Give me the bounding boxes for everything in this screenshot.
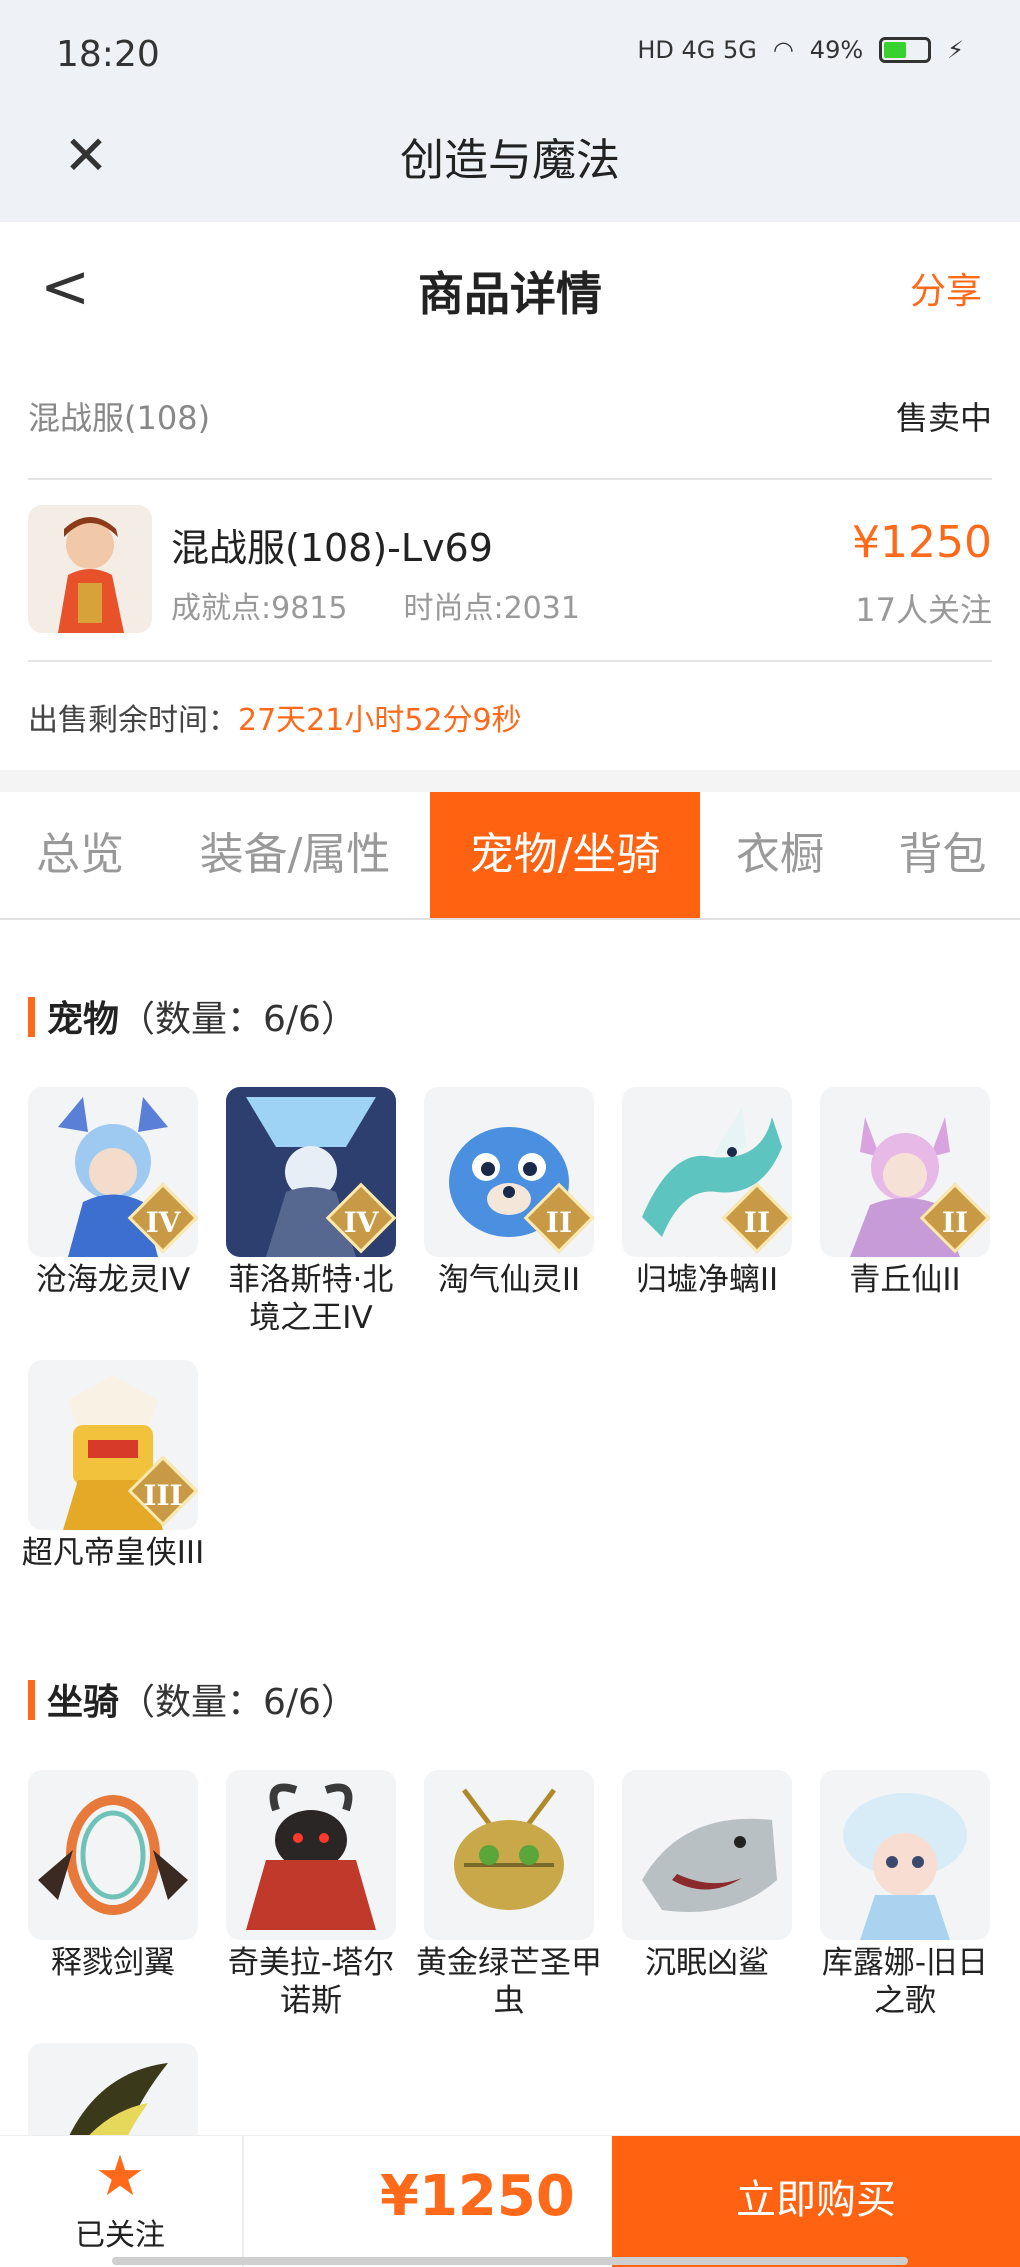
tier-badge-text: II <box>941 1206 969 1239</box>
detail-tabs: 总览 装备/属性 宠物/坐骑 衣橱 背包 <box>0 792 1020 920</box>
mounts-count: （数量：6/6） <box>119 1682 357 1723</box>
mount-image <box>226 1770 396 1940</box>
pets-grid: IV 沧海龙灵IV IV 菲洛斯特·北境之王IV II 淘气仙灵II II 归墟… <box>22 1087 992 1627</box>
mount-image <box>424 1770 594 1940</box>
pets-section-title: 宠物（数量：6/6） <box>28 990 357 1042</box>
tier-badge-text: IV <box>343 1206 379 1239</box>
mounts-section-title: 坐骑（数量：6/6） <box>28 1673 357 1725</box>
home-indicator[interactable] <box>112 2257 908 2265</box>
mounts-title: 坐骑 <box>47 1682 120 1723</box>
pet-image: II <box>622 1087 792 1257</box>
product-stats: 成就点:9815 时尚点:2031 <box>171 583 580 627</box>
mount-image <box>820 1770 990 1940</box>
tier-badge-text: III <box>143 1479 183 1512</box>
network-indicator: HD 4G 5G <box>637 36 757 64</box>
mount-card[interactable]: 黄金绿芒圣甲虫 <box>416 1770 602 2020</box>
buy-now-button[interactable]: 立即购买 <box>612 2136 1020 2267</box>
pets-count: （数量：6/6） <box>119 999 357 1040</box>
achievement-points: 成就点:9815 <box>171 591 348 626</box>
pet-image: II <box>820 1087 990 1257</box>
follow-label: 已关注 <box>75 2218 165 2253</box>
pets-title: 宠物 <box>47 999 120 1040</box>
pet-card[interactable]: IV 沧海龙灵IV <box>28 1087 198 1299</box>
pet-name: 菲洛斯特·北境之王IV <box>228 1262 394 1336</box>
bottom-price: ¥1250 <box>380 2164 575 2229</box>
app-title: 创造与魔法 <box>400 135 620 186</box>
mount-name: 释戮剑翼 <box>51 1945 175 1981</box>
tier-badge-text: II <box>743 1206 771 1239</box>
mount-image <box>622 1770 792 1940</box>
product-summary: 混战服(108)-Lv69 成就点:9815 时尚点:2031 ¥1250 17… <box>28 505 992 635</box>
pet-card[interactable]: II 淘气仙灵II <box>424 1087 594 1299</box>
mount-card[interactable]: 释戮剑翼 <box>28 1770 198 1982</box>
tab-wardrobe[interactable]: 衣橱 <box>700 792 860 918</box>
section-gap <box>0 770 1020 792</box>
server-name: 混战服(108) <box>28 399 211 437</box>
pet-name: 超凡帝皇侠III <box>21 1535 205 1571</box>
sale-status: 售卖中 <box>895 399 992 437</box>
pet-name: 沧海龙灵IV <box>35 1262 191 1298</box>
mount-card[interactable]: 库露娜-旧日之歌 <box>820 1770 990 2020</box>
tier-badge-text: II <box>545 1206 573 1239</box>
character-avatar <box>28 505 152 633</box>
charging-icon: ⚡ <box>947 36 964 64</box>
section-marker <box>28 997 35 1037</box>
status-bar: 18:20 HD 4G 5G ◠ 49% ⚡ <box>0 0 1020 110</box>
mount-image <box>28 1770 198 1940</box>
battery-icon <box>879 37 932 63</box>
battery-percent: 49% <box>809 36 864 64</box>
bottom-bar: ★ 已关注 ¥1250 立即购买 <box>0 2135 1020 2267</box>
page-header: < 商品详情 分享 <box>0 222 1020 352</box>
tab-pets-mounts[interactable]: 宠物/坐骑 <box>430 792 700 918</box>
mount-card[interactable]: 沉眠凶鲨 <box>622 1770 792 1982</box>
section-marker <box>28 1680 35 1720</box>
pet-image: II <box>424 1087 594 1257</box>
product-name: 混战服(108)-Lv69 <box>171 526 493 570</box>
mount-name: 黄金绿芒圣甲虫 <box>416 1945 602 2019</box>
app-bar: ✕ 创造与魔法 <box>0 110 1020 222</box>
tab-backpack[interactable]: 背包 <box>865 792 1020 918</box>
star-icon: ★ <box>94 2144 146 2209</box>
pet-card[interactable]: II 青丘仙II <box>820 1087 990 1299</box>
pet-image: III <box>28 1360 198 1530</box>
divider <box>28 478 992 480</box>
mount-name: 库露娜-旧日之歌 <box>821 1945 989 2019</box>
status-time: 18:20 <box>56 34 160 75</box>
follow-button[interactable]: ★ 已关注 <box>0 2136 240 2267</box>
mount-card[interactable]: 奇美拉-塔尔诺斯 <box>226 1770 396 2020</box>
pet-image: IV <box>28 1087 198 1257</box>
mounts-grid: 释戮剑翼 奇美拉-塔尔诺斯 黄金绿芒圣甲虫 沉眠凶鲨 库露娜-旧日之歌 <box>28 1770 992 2213</box>
pet-card[interactable]: III 超凡帝皇侠III <box>22 1360 204 1572</box>
status-icons: HD 4G 5G ◠ 49% ⚡ <box>637 36 964 64</box>
tab-overview[interactable]: 总览 <box>0 792 160 918</box>
pet-name: 归墟净螭II <box>635 1262 779 1298</box>
fashion-points: 时尚点:2031 <box>403 591 580 626</box>
remaining-time-label: 出售剩余时间： <box>28 703 238 738</box>
remaining-time-value: 27天21小时52分9秒 <box>238 703 522 738</box>
page-title: 商品详情 <box>418 267 602 321</box>
product-price: ¥1250 <box>852 517 992 568</box>
divider <box>242 2136 244 2267</box>
pet-name: 淘气仙灵II <box>437 1262 581 1298</box>
pet-card[interactable]: II 归墟净螭II <box>622 1087 792 1299</box>
divider <box>28 660 992 662</box>
wifi-icon: ◠ <box>772 36 794 64</box>
remaining-time: 出售剩余时间：27天21小时52分9秒 <box>28 695 522 739</box>
pet-image: IV <box>226 1087 396 1257</box>
pet-card[interactable]: IV 菲洛斯特·北境之王IV <box>226 1087 396 1337</box>
follower-count: 17人关注 <box>855 591 992 629</box>
pet-name: 青丘仙II <box>849 1262 961 1298</box>
tier-badge-text: IV <box>145 1206 181 1239</box>
share-button[interactable]: 分享 <box>910 262 982 314</box>
tab-equipment[interactable]: 装备/属性 <box>170 792 420 918</box>
mount-name: 沉眠凶鲨 <box>645 1945 769 1981</box>
server-row: 混战服(108) 售卖中 <box>28 385 992 445</box>
mount-name: 奇美拉-塔尔诺斯 <box>227 1945 395 2019</box>
